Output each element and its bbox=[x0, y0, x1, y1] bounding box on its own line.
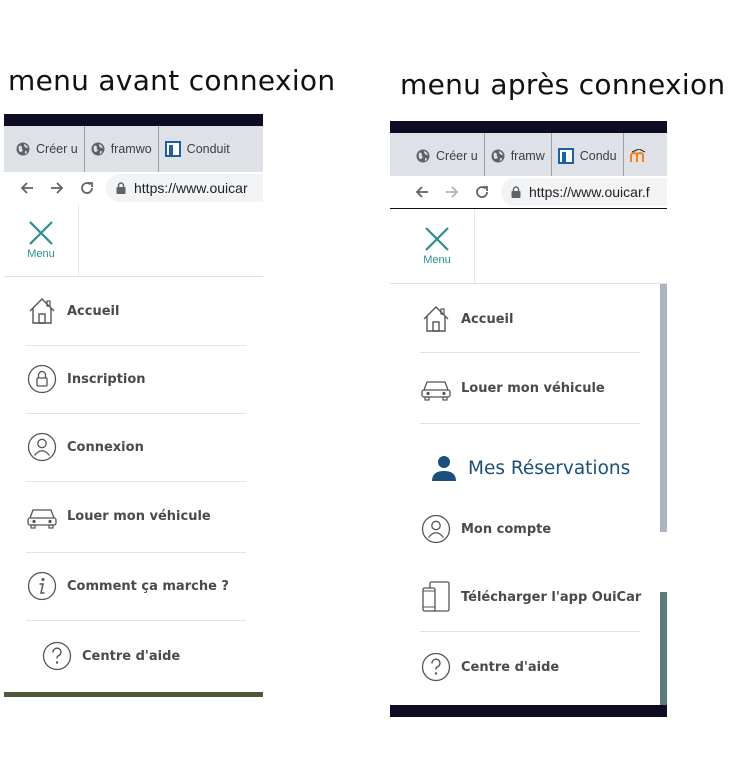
menu-item-label: Mon compte bbox=[461, 521, 552, 537]
reload-icon[interactable] bbox=[467, 177, 497, 207]
menu-item-accueil[interactable]: Accueil bbox=[26, 295, 119, 327]
address-bar-row: https://www.ouicar.f bbox=[390, 176, 667, 208]
user-icon bbox=[420, 513, 452, 545]
url-field[interactable]: https://www.ouicar bbox=[106, 174, 263, 202]
menu-item-louer-vehicule[interactable]: Louer mon véhicule bbox=[420, 372, 605, 404]
browser-tab[interactable] bbox=[624, 133, 658, 179]
menu-item-label: Télécharger l'app OuiCar bbox=[461, 589, 642, 605]
menu-item-telecharger-app[interactable]: Télécharger l'app OuiCar bbox=[420, 581, 641, 613]
screenshot-after-login: Créer u framw Condu https://www.ouicar.f… bbox=[390, 121, 667, 717]
user-icon bbox=[26, 431, 58, 463]
back-arrow-icon[interactable] bbox=[407, 177, 437, 207]
browser-tab[interactable]: framwo bbox=[85, 126, 159, 172]
divider bbox=[420, 423, 640, 424]
close-icon bbox=[29, 221, 53, 245]
url-text: https://www.ouicar bbox=[134, 180, 248, 196]
divider bbox=[26, 552, 246, 553]
tab-label: Créer u bbox=[436, 149, 478, 163]
mes-reservations-link[interactable]: Mes Réservations bbox=[430, 454, 630, 482]
menu-item-mon-compte[interactable]: Mon compte bbox=[420, 513, 551, 545]
menu-item-label: Accueil bbox=[461, 311, 514, 327]
forward-arrow-icon[interactable] bbox=[42, 173, 72, 203]
menu-header: Menu bbox=[4, 204, 263, 277]
menu-close-button[interactable]: Menu bbox=[400, 209, 475, 283]
browser-tab-bar: Créer u framw Condu bbox=[390, 133, 667, 179]
tab-label: framwo bbox=[110, 142, 152, 156]
globe-icon bbox=[16, 142, 30, 156]
reload-icon[interactable] bbox=[72, 173, 102, 203]
info-icon bbox=[26, 570, 58, 602]
menu-header: Menu bbox=[390, 209, 667, 284]
menu-item-label: Comment ça marche ? bbox=[67, 578, 229, 594]
menu-item-accueil[interactable]: Accueil bbox=[420, 303, 513, 335]
tab-label: Conduit bbox=[186, 142, 230, 156]
divider bbox=[420, 631, 640, 632]
globe-icon bbox=[91, 142, 105, 156]
side-menu: Menu Accueil Louer mon véhicule Mes Rése… bbox=[390, 209, 667, 717]
lock-icon bbox=[116, 182, 126, 194]
conduit-icon bbox=[557, 148, 574, 164]
side-menu: Menu Accueil Inscription Connexion Louer… bbox=[4, 204, 263, 697]
moodle-icon bbox=[629, 149, 646, 163]
car-icon bbox=[26, 500, 58, 532]
divider bbox=[26, 345, 246, 346]
menu-item-louer-vehicule[interactable]: Louer mon véhicule bbox=[26, 500, 211, 532]
mes-reservations-label: Mes Réservations bbox=[468, 457, 631, 479]
browser-tab[interactable]: Créer u bbox=[4, 126, 85, 172]
caption-before-login: menu avant connexion bbox=[8, 64, 336, 97]
menu-item-label: Centre d'aide bbox=[461, 659, 560, 675]
tab-label: framw bbox=[510, 149, 545, 163]
menu-item-label: Louer mon véhicule bbox=[67, 508, 211, 524]
menu-item-centre-aide[interactable]: Centre d'aide bbox=[41, 640, 180, 672]
person-filled-icon bbox=[430, 454, 458, 482]
menu-item-inscription[interactable]: Inscription bbox=[26, 363, 146, 395]
screenshot-before-login: Créer u framwo Conduit https://www.ouica… bbox=[4, 114, 263, 697]
lock-icon bbox=[511, 186, 521, 198]
help-icon bbox=[420, 651, 452, 683]
menu-item-label: Centre d'aide bbox=[82, 648, 181, 664]
globe-icon bbox=[416, 149, 430, 163]
menu-item-comment-ca-marche[interactable]: Comment ça marche ? bbox=[26, 570, 229, 602]
help-icon bbox=[41, 640, 73, 672]
globe-icon bbox=[491, 149, 505, 163]
background-page-edge bbox=[660, 592, 667, 717]
back-arrow-icon[interactable] bbox=[12, 173, 42, 203]
divider bbox=[26, 481, 246, 482]
browser-tab[interactable]: Conduit bbox=[159, 126, 236, 172]
divider bbox=[26, 413, 246, 414]
tab-label: Condu bbox=[579, 149, 617, 163]
conduit-icon bbox=[164, 141, 181, 157]
car-icon bbox=[420, 372, 452, 404]
address-bar-row: https://www.ouicar bbox=[4, 172, 263, 204]
screenshot-bottom-edge bbox=[390, 705, 667, 717]
menu-item-centre-aide[interactable]: Centre d'aide bbox=[420, 651, 559, 683]
browser-tab[interactable]: Condu bbox=[552, 133, 624, 179]
menu-item-label: Louer mon véhicule bbox=[461, 380, 605, 396]
devices-icon bbox=[420, 581, 452, 613]
browser-tab[interactable]: framw bbox=[485, 133, 552, 179]
url-field[interactable]: https://www.ouicar.f bbox=[501, 178, 667, 206]
menu-item-label: Connexion bbox=[67, 439, 144, 455]
menu-item-label: Accueil bbox=[67, 303, 120, 319]
menu-label: Menu bbox=[423, 254, 451, 266]
forward-arrow-icon[interactable] bbox=[437, 177, 467, 207]
background-page-edge bbox=[660, 284, 667, 532]
menu-label: Menu bbox=[27, 248, 55, 260]
menu-close-button[interactable]: Menu bbox=[4, 204, 79, 276]
background-image-strip bbox=[4, 692, 263, 697]
caption-after-login: menu après connexion bbox=[400, 68, 726, 101]
close-icon bbox=[425, 227, 449, 251]
tab-label: Créer u bbox=[36, 142, 78, 156]
home-icon bbox=[26, 295, 58, 327]
browser-tab-bar: Créer u framwo Conduit bbox=[4, 126, 263, 172]
url-text: https://www.ouicar.f bbox=[529, 184, 650, 200]
home-icon bbox=[420, 303, 452, 335]
menu-item-label: Inscription bbox=[67, 371, 146, 387]
menu-item-connexion[interactable]: Connexion bbox=[26, 431, 144, 463]
divider bbox=[26, 620, 246, 621]
lock-icon bbox=[26, 363, 58, 395]
browser-tab[interactable]: Créer u bbox=[390, 133, 485, 179]
divider bbox=[420, 352, 640, 353]
